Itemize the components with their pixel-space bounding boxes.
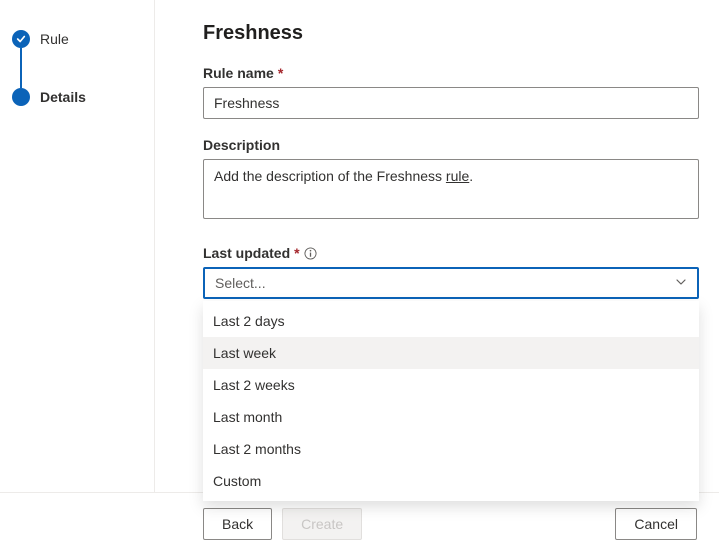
last-updated-select[interactable]: Select... — [203, 267, 699, 299]
chevron-down-icon — [675, 275, 687, 291]
dropdown-item[interactable]: Last month — [203, 401, 699, 433]
create-button: Create — [282, 508, 362, 540]
select-placeholder: Select... — [215, 275, 266, 291]
required-asterisk: * — [294, 245, 299, 261]
active-step-dot-icon — [12, 88, 30, 106]
dropdown-item[interactable]: Last week — [203, 337, 699, 369]
back-button[interactable]: Back — [203, 508, 272, 540]
page-title: Freshness — [203, 22, 699, 45]
step-rule-label: Rule — [40, 31, 69, 47]
last-updated-label: Last updated * — [203, 245, 699, 261]
step-details-label: Details — [40, 89, 86, 105]
cancel-button[interactable]: Cancel — [615, 508, 697, 540]
footer-bar: Back Create Cancel — [0, 492, 719, 554]
rule-name-label: Rule name * — [203, 65, 699, 81]
main-panel: Freshness Rule name * Description Add th… — [155, 0, 719, 554]
dropdown-item[interactable]: Last 2 weeks — [203, 369, 699, 401]
checkmark-icon — [12, 30, 30, 48]
required-asterisk: * — [278, 65, 283, 81]
wizard-sidebar: Rule Details — [0, 0, 155, 554]
description-label: Description — [203, 137, 699, 153]
dropdown-item[interactable]: Last 2 days — [203, 305, 699, 337]
info-icon[interactable] — [304, 246, 318, 260]
dropdown-item[interactable]: Last 2 months — [203, 433, 699, 465]
rule-name-input[interactable] — [203, 87, 699, 119]
description-textarea[interactable]: Add the description of the Freshness rul… — [203, 159, 699, 219]
step-connector — [20, 48, 22, 88]
last-updated-dropdown: Last 2 daysLast weekLast 2 weeksLast mon… — [203, 301, 699, 501]
dropdown-item[interactable]: Custom — [203, 465, 699, 497]
step-rule[interactable]: Rule — [12, 30, 154, 48]
step-details[interactable]: Details — [12, 88, 154, 106]
